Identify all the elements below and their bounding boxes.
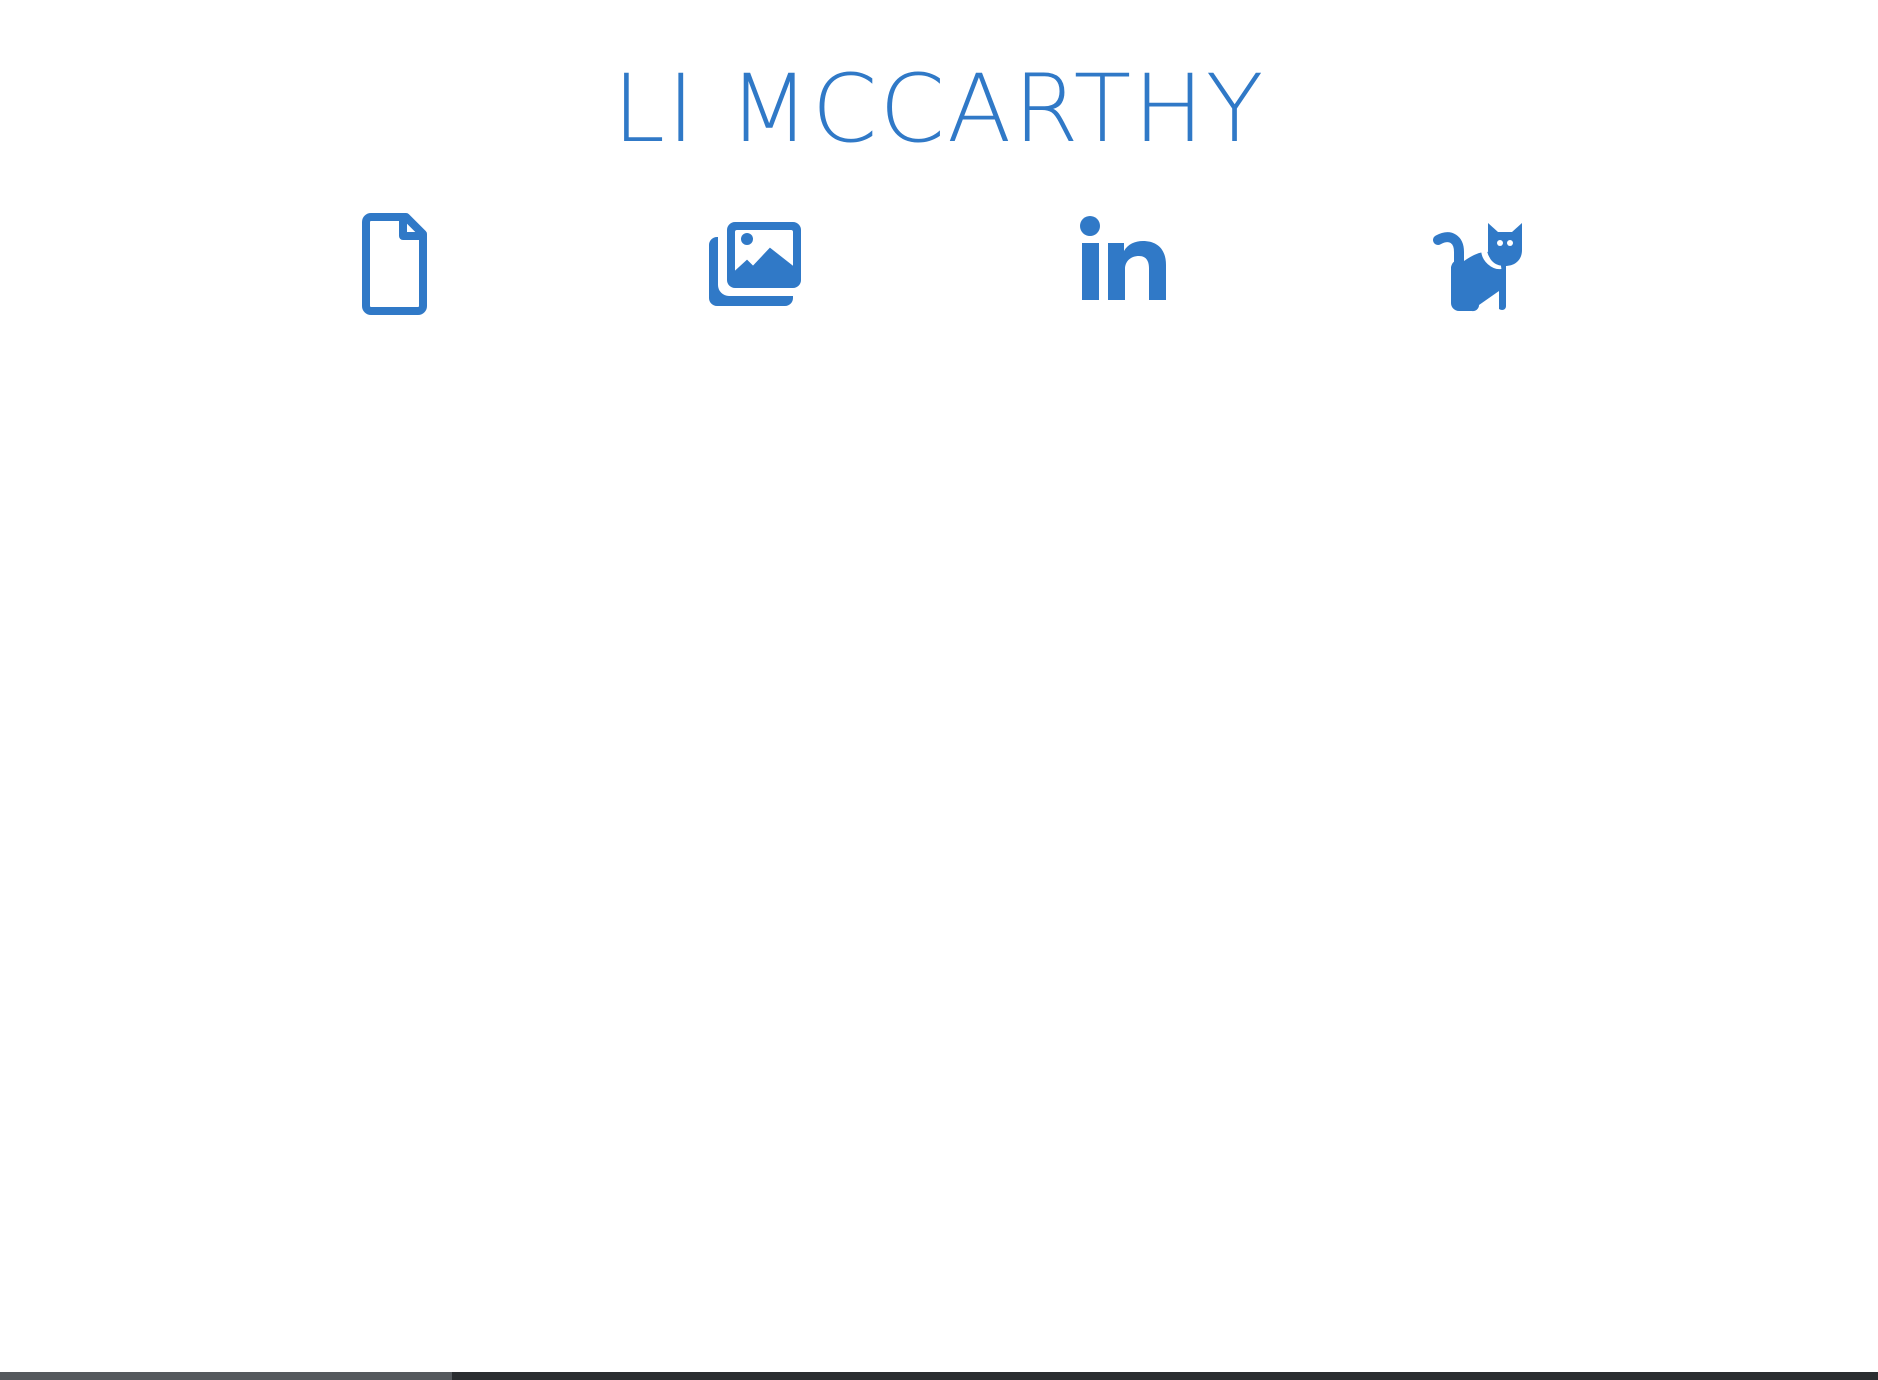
icon-link-row — [0, 205, 1878, 325]
image-gallery-icon — [709, 222, 801, 306]
gallery-link[interactable] — [690, 205, 820, 325]
site-title: LI MCCARTHY — [612, 55, 1266, 164]
resume-link[interactable] — [331, 205, 461, 325]
cat-link[interactable] — [1418, 205, 1548, 325]
linkedin-link[interactable] — [1055, 205, 1185, 325]
page: LI MCCARTHY — [0, 0, 1878, 1380]
document-icon — [362, 213, 427, 315]
linkedin-icon — [1080, 216, 1166, 300]
cat-icon — [1433, 223, 1522, 312]
horizontal-scrollbar[interactable] — [0, 1372, 1878, 1380]
scrollbar-thumb[interactable] — [0, 1372, 452, 1380]
